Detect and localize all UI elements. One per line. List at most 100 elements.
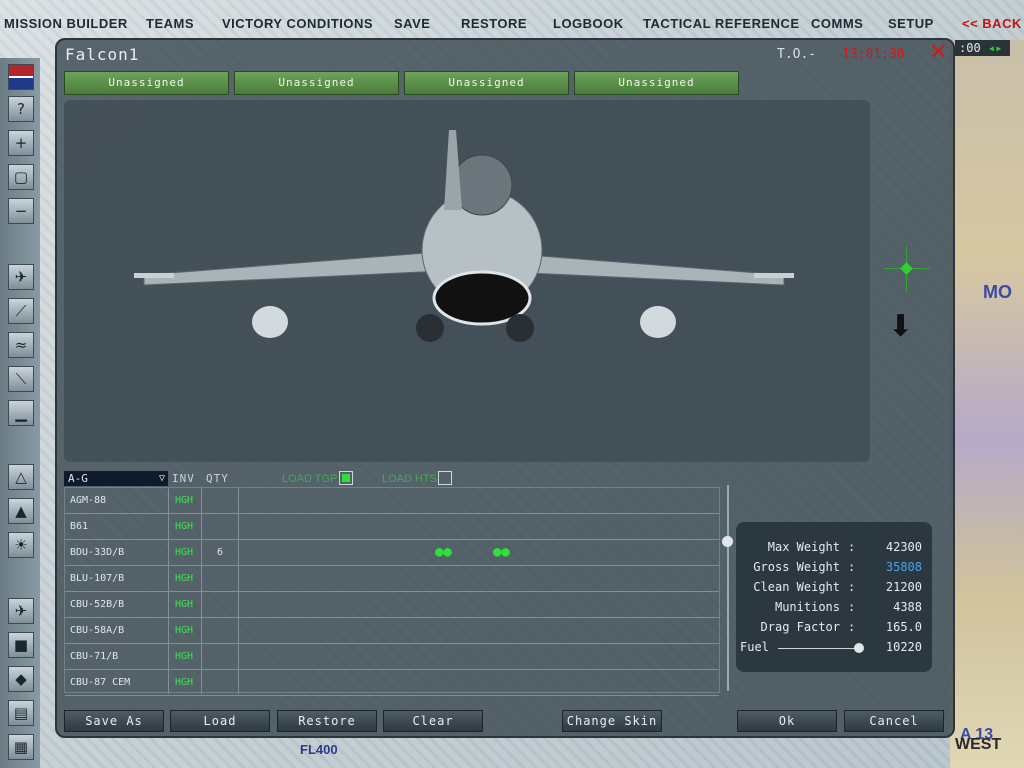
gross-weight-row: Gross Weight : 35808 <box>736 560 932 578</box>
weapon-qty: 6 <box>217 547 224 558</box>
airfield-icon[interactable]: ✈ <box>8 264 34 290</box>
menu-mission-builder[interactable]: MISSION BUILDER <box>4 16 128 31</box>
separator: : <box>848 580 856 594</box>
briefing-icon[interactable]: ▦ <box>8 734 34 760</box>
weapon-row[interactable]: CBU-52B/B HGH <box>65 592 719 618</box>
weapon-row[interactable]: BLU-107/B HGH <box>65 566 719 592</box>
navy-icon[interactable]: ◆ <box>8 666 34 692</box>
threat-icon[interactable]: △ <box>8 464 34 490</box>
max-weight-value: 42300 <box>885 540 922 554</box>
terrain-icon[interactable]: ▁ <box>8 400 34 426</box>
weapon-row[interactable]: CBU-87 CEM HGH <box>65 670 719 696</box>
dialog-title: Falcon1 <box>65 45 140 64</box>
drag-factor-value: 165.0 <box>885 620 922 634</box>
column-qty: QTY <box>206 472 229 485</box>
clear-button[interactable]: Clear <box>383 710 483 732</box>
zoom-arrow-icon[interactable]: ⬇ <box>888 312 913 342</box>
menu-restore[interactable]: RESTORE <box>461 16 527 31</box>
help-icon[interactable]: ? <box>8 96 34 122</box>
scrollbar-thumb[interactable] <box>722 536 733 547</box>
fuel-slider-track[interactable] <box>778 648 858 649</box>
load-button[interactable]: Load <box>170 710 270 732</box>
hardpoint-loaded-icon[interactable]: ●● <box>493 544 510 560</box>
slot-button-1[interactable]: Unassigned <box>64 71 229 95</box>
loadout-dialog: Falcon1 T.O.- 13:01:30 ✕ Unassigned Unas… <box>55 38 955 738</box>
weapon-name: CBU-71/B <box>70 651 119 662</box>
fuel-slider-knob[interactable] <box>854 643 864 653</box>
weapon-inv: HGH <box>175 651 194 662</box>
close-icon[interactable]: ✕ <box>929 40 947 65</box>
separator: : <box>848 600 856 614</box>
weapon-inv: HGH <box>175 677 194 688</box>
aircraft-preview[interactable]: ⬇ <box>64 100 930 462</box>
rotate-crosshair-icon[interactable] <box>884 246 930 292</box>
weapons-scrollbar[interactable] <box>727 485 729 691</box>
separator: : <box>848 560 856 574</box>
change-skin-button[interactable]: Change Skin <box>562 710 662 732</box>
takeoff-label: T.O.- <box>777 47 817 62</box>
separator: : <box>848 620 856 634</box>
load-hts-checkbox[interactable] <box>438 471 452 485</box>
sam-icon[interactable]: ▲ <box>8 498 34 524</box>
slot-button-3[interactable]: Unassigned <box>404 71 569 95</box>
clean-weight-value: 21200 <box>885 580 922 594</box>
zoom-out-icon[interactable]: − <box>8 198 34 224</box>
weapon-inv: HGH <box>175 625 194 636</box>
fuel-value: 10220 <box>885 640 922 654</box>
weapon-inv: HGH <box>175 495 194 506</box>
map-area[interactable]: MO A 13 WEST <box>950 40 1024 768</box>
menu-logbook[interactable]: LOGBOOK <box>553 16 624 31</box>
clean-weight-row: Clean Weight : 21200 <box>736 580 932 598</box>
package-icon[interactable]: ▤ <box>8 700 34 726</box>
separator: : <box>848 540 856 554</box>
route-icon[interactable]: ⟋ <box>8 298 34 324</box>
clock-arrows-icon[interactable]: ◂▸ <box>988 41 1002 55</box>
weapon-row[interactable]: B61 HGH <box>65 514 719 540</box>
menu-teams[interactable]: TEAMS <box>146 16 194 31</box>
max-weight-label: Max Weight <box>767 540 840 554</box>
slot-button-4[interactable]: Unassigned <box>574 71 739 95</box>
ground-unit-icon[interactable]: ■ <box>8 632 34 658</box>
weapon-row[interactable]: CBU-71/B HGH <box>65 644 719 670</box>
clean-weight-label: Clean Weight <box>753 580 840 594</box>
gross-weight-label: Gross Weight <box>753 560 840 574</box>
menu-comms[interactable]: COMMS <box>811 16 863 31</box>
weapon-row[interactable]: BDU-33D/B HGH 6 ●● ●● <box>65 540 719 566</box>
zoom-fit-icon[interactable]: ▢ <box>8 164 34 190</box>
menu-tactical-reference[interactable]: TACTICAL REFERENCE <box>643 16 800 31</box>
clock-display: :00 ◂▸ <box>955 40 1010 56</box>
map-label-west: WEST <box>955 736 1002 753</box>
save-as-button[interactable]: Save As <box>64 710 164 732</box>
ok-button[interactable]: Ok <box>737 710 837 732</box>
weapon-row[interactable]: AGM-88 HGH <box>65 488 719 514</box>
weapon-name: CBU-52B/B <box>70 599 125 610</box>
menu-victory-conditions[interactable]: VICTORY CONDITIONS <box>222 16 373 31</box>
weapon-icon[interactable]: ⟍ <box>8 366 34 392</box>
slot-button-2[interactable]: Unassigned <box>234 71 399 95</box>
menu-save[interactable]: SAVE <box>394 16 430 31</box>
load-tgp-checkbox[interactable] <box>339 471 353 485</box>
fuel-label: Fuel <box>740 640 769 654</box>
restore-button[interactable]: Restore <box>277 710 377 732</box>
weather-icon[interactable]: ☀ <box>8 532 34 558</box>
weapon-inv: HGH <box>175 599 194 610</box>
weapon-name: B61 <box>70 521 89 532</box>
weapon-inv: HGH <box>175 573 194 584</box>
aircraft-icon[interactable]: ✈ <box>8 598 34 624</box>
weapon-name: CBU-58A/B <box>70 625 125 636</box>
flag-icon[interactable] <box>8 64 34 90</box>
waves-icon[interactable]: ≈ <box>8 332 34 358</box>
chevron-down-icon: ▽ <box>158 473 165 484</box>
menu-back[interactable]: << BACK <box>962 16 1022 31</box>
load-tgp-label: LOAD TGP <box>282 473 338 485</box>
category-dropdown[interactable]: A-G ▽ <box>64 471 168 486</box>
column-inv: INV <box>172 472 195 485</box>
left-toolbar: ? + ▢ − ✈ ⟋ ≈ ⟍ ▁ △ ▲ ☀ ✈ ■ ◆ ▤ ▦ <box>0 58 40 768</box>
map-label-mo: MO <box>983 282 1012 302</box>
munitions-value: 4388 <box>893 600 922 614</box>
menu-setup[interactable]: SETUP <box>888 16 934 31</box>
weapon-row[interactable]: CBU-58A/B HGH <box>65 618 719 644</box>
hardpoint-loaded-icon[interactable]: ●● <box>435 544 452 560</box>
zoom-in-icon[interactable]: + <box>8 130 34 156</box>
cancel-button[interactable]: Cancel <box>844 710 944 732</box>
